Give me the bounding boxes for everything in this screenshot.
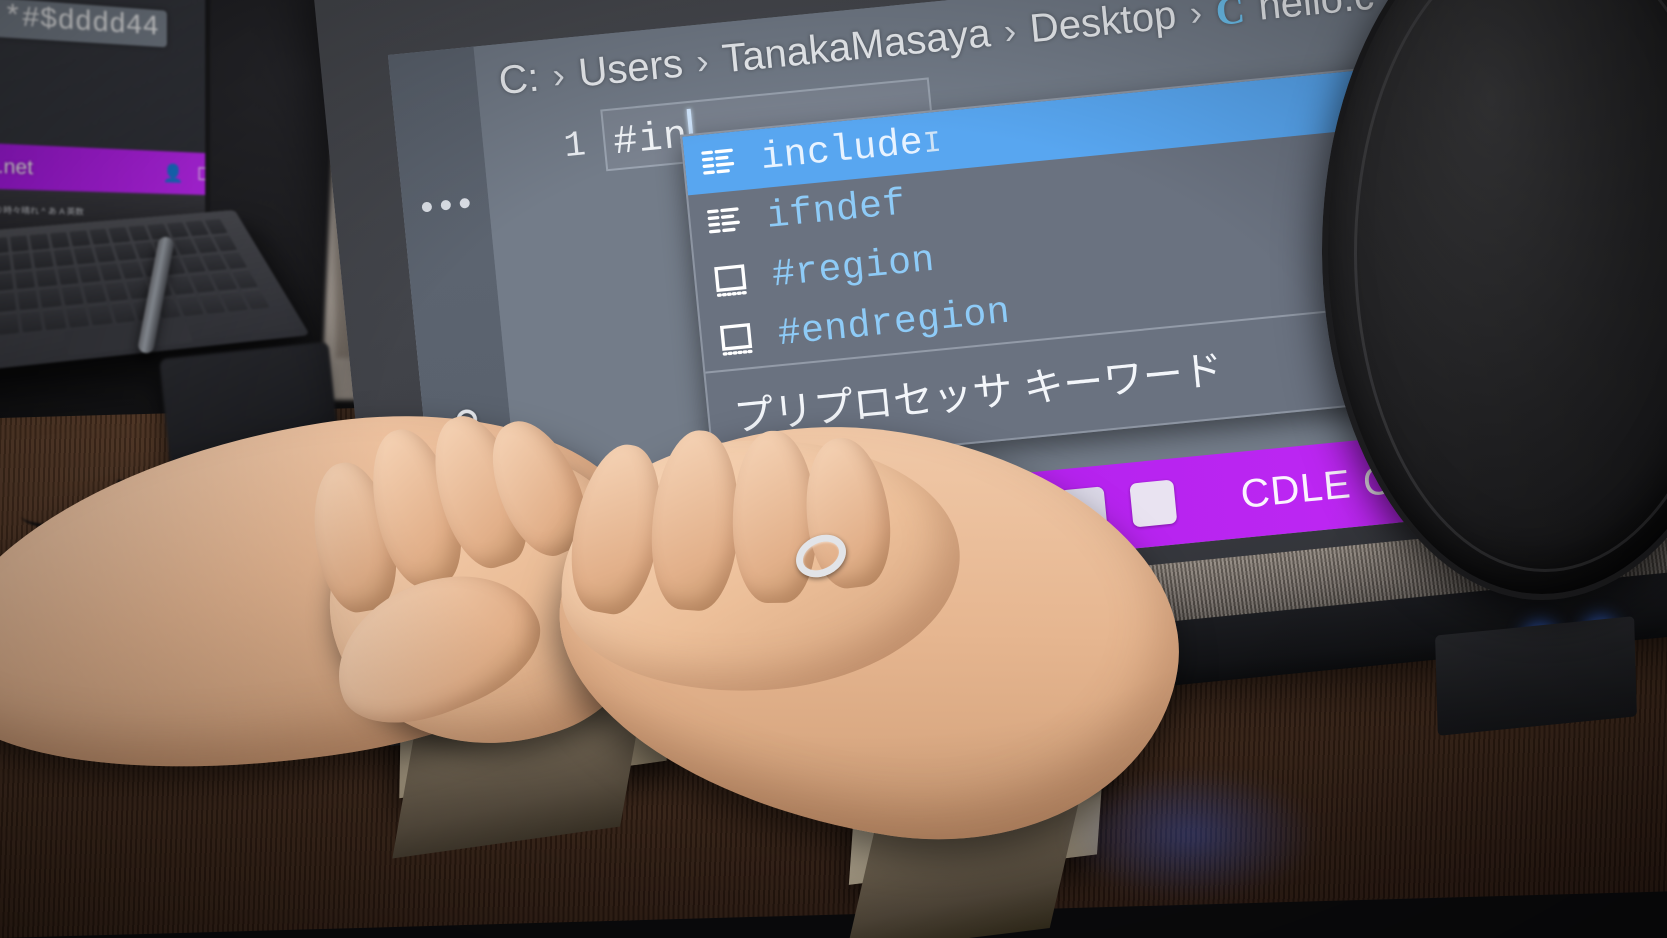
chevron-right-icon: › [1002, 9, 1018, 52]
keyword-icon [697, 141, 741, 185]
suggest-item-label: includeI [758, 121, 944, 181]
person-share-icon: 👤 [162, 163, 184, 184]
laptop-screen: } *#$dddd44 saya3.net 👤 ☐ 9°C くもり時々晴れ ^ … [0, 0, 210, 234]
laptop: } *#$dddd44 saya3.net 👤 ☐ 9°C くもり時々晴れ ^ … [0, 0, 424, 537]
laptop-keys[interactable] [0, 218, 270, 340]
laptop-browser-icons: 👤 ☐ [163, 163, 210, 185]
snippet-icon [709, 258, 753, 302]
suggest-item-tail: I [921, 126, 944, 163]
taskbar-icon-vscode[interactable] [1129, 479, 1178, 528]
breadcrumb-segment-drive[interactable]: C: [497, 55, 541, 104]
chevron-right-icon: › [694, 39, 711, 82]
snippet-icon [714, 317, 758, 361]
chevron-right-icon: › [1187, 0, 1204, 34]
monitor-stand [1435, 616, 1637, 736]
breadcrumb-file-name[interactable]: hello.c [1256, 0, 1375, 29]
laptop-highlighted-token: *#$dddd44 [0, 0, 167, 48]
breadcrumb-segment-users[interactable]: Users [576, 41, 684, 96]
suggest-item-label: ifndef [764, 182, 908, 239]
suggest-item-label: #region [770, 238, 937, 298]
right-finger-3 [731, 430, 819, 604]
chevron-right-icon: › [550, 53, 567, 96]
c-file-icon: C [1213, 0, 1247, 34]
line-number: 1 [562, 123, 588, 167]
copy-icon: ☐ [197, 164, 210, 185]
laptop-browser-bar: saya3.net 👤 ☐ [0, 140, 210, 198]
ellipsis-icon[interactable] [421, 197, 471, 213]
breadcrumb-segment-user[interactable]: TanakaMasaya [720, 11, 992, 82]
laptop-tray-text: 9°C くもり時々晴れ ^ あ A 英数 [0, 204, 84, 217]
keyword-icon [703, 200, 747, 244]
desk-photo-scene: } *#$dddd44 saya3.net 👤 ☐ 9°C くもり時々晴れ ^ … [0, 0, 1667, 938]
breadcrumb-segment-desktop[interactable]: Desktop [1028, 0, 1178, 52]
laptop-browser-url: saya3.net [0, 153, 34, 180]
